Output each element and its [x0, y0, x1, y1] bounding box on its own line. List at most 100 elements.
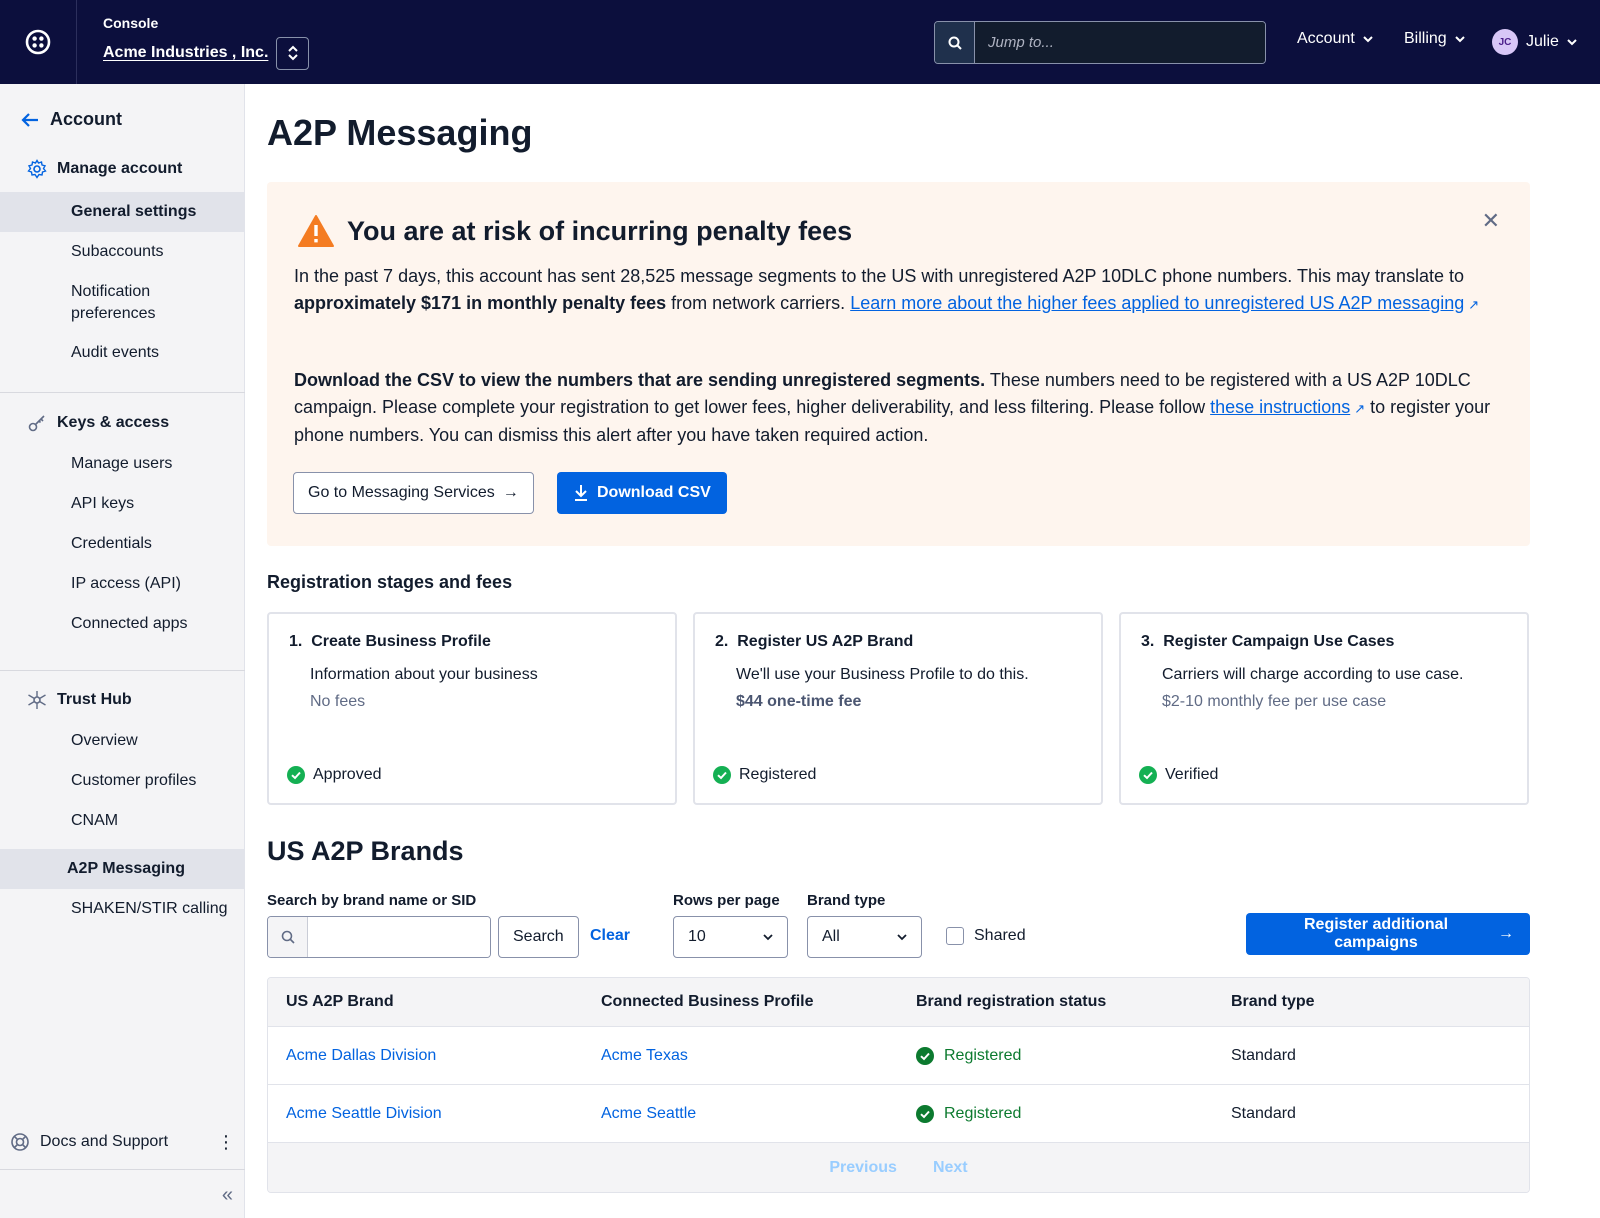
trust-hub-icon — [28, 691, 46, 709]
stage-status: Approved — [287, 766, 382, 784]
jump-to-input[interactable] — [975, 22, 1265, 63]
stage-title: 2. Register US A2P Brand — [715, 633, 914, 650]
external-link-icon: ↗ — [1468, 297, 1480, 312]
close-icon[interactable]: ✕ — [1482, 208, 1500, 234]
register-additional-campaigns-button[interactable]: Register additional campaigns → — [1246, 913, 1530, 955]
sidebar-item-subaccounts[interactable]: Subaccounts — [0, 241, 245, 263]
account-switcher-button[interactable] — [276, 36, 310, 70]
clear-link[interactable]: Clear — [590, 927, 630, 945]
search-button[interactable]: Search — [498, 916, 579, 958]
status-label: Registered — [944, 1104, 1022, 1122]
sidebar-section-manage-account[interactable]: Manage account — [27, 159, 182, 179]
check-circle-icon — [287, 766, 305, 784]
more-options-icon[interactable]: ⋮ — [217, 1133, 235, 1151]
stage-title: 3. Register Campaign Use Cases — [1141, 633, 1395, 650]
console-label: Console — [103, 14, 159, 31]
stage-title: 1. Create Business Profile — [289, 633, 491, 650]
brand-type-label: Brand type — [807, 892, 886, 909]
stage-card-business-profile: 1. Create Business Profile Information a… — [267, 612, 677, 805]
sidebar: Account Manage account General settings … — [0, 84, 245, 1218]
instructions-link[interactable]: these instructions — [1210, 397, 1350, 417]
sidebar-item-general-settings[interactable]: General settings — [0, 192, 245, 232]
download-icon — [575, 485, 587, 501]
sidebar-item-label: preferences — [71, 305, 156, 322]
docs-and-support[interactable]: Docs and Support ⋮ — [10, 1132, 235, 1152]
sidebar-item-connected-apps[interactable]: Connected apps — [0, 613, 245, 635]
chevron-down-icon — [1454, 36, 1465, 43]
billing-menu[interactable]: Billing — [1404, 30, 1465, 48]
arrow-right-icon: → — [502, 484, 519, 501]
status-label: Registered — [739, 766, 817, 783]
go-to-messaging-services-button[interactable]: Go to Messaging Services → — [293, 472, 534, 514]
download-csv-button[interactable]: Download CSV — [557, 472, 727, 514]
brands-heading: US A2P Brands — [267, 836, 464, 866]
registration-stages-heading: Registration stages and fees — [267, 572, 513, 592]
column-header: Brand registration status — [916, 993, 1107, 1010]
alert-title: You are at risk of incurring penalty fee… — [347, 215, 853, 246]
user-menu[interactable]: JC Julie — [1492, 29, 1577, 55]
brand-search-input[interactable] — [308, 917, 490, 957]
sidebar-item-shaken-stir[interactable]: SHAKEN/STIR calling — [0, 898, 245, 920]
sidebar-item-overview[interactable]: Overview — [0, 730, 245, 752]
stage-card-brand: 2. Register US A2P Brand We'll use your … — [693, 612, 1103, 805]
sidebar-item-credentials[interactable]: Credentials — [0, 533, 245, 555]
table-header: US A2P Brand Connected Business Profile … — [268, 978, 1529, 1027]
sidebar-item-cnam[interactable]: CNAM — [0, 810, 245, 832]
sidebar-section-label: Keys & access — [57, 414, 170, 431]
learn-more-link[interactable]: Learn more about the higher fees applied… — [850, 293, 1464, 313]
key-icon — [28, 415, 45, 432]
top-navigation-bar: Console Acme Industries , Inc. Account B… — [0, 0, 1600, 84]
brand-link[interactable]: Acme Seattle Division — [286, 1105, 442, 1123]
table-row: Acme Dallas Division Acme Texas Register… — [268, 1027, 1529, 1085]
brand-link[interactable]: Acme Dallas Division — [286, 1047, 436, 1065]
external-link-icon: ↗ — [1354, 401, 1366, 416]
sidebar-back-account[interactable]: Account — [20, 109, 122, 130]
brand-type-cell: Standard — [1231, 1046, 1296, 1064]
sidebar-section-trust-hub[interactable]: Trust Hub — [27, 690, 132, 710]
pagination: Previous Next — [268, 1143, 1529, 1192]
sidebar-item-a2p-messaging[interactable]: A2P Messaging — [0, 849, 245, 889]
chevron-down-icon — [1567, 39, 1577, 46]
page-title: A2P Messaging — [267, 112, 533, 153]
button-label: Register additional campaigns — [1303, 916, 1449, 951]
stage-fee: $2-10 monthly fee per use case — [1162, 693, 1387, 710]
stage-status: Verified — [1139, 766, 1218, 784]
sidebar-item-customer-profiles[interactable]: Customer profiles — [0, 770, 245, 792]
collapse-sidebar-icon[interactable]: « — [222, 1184, 233, 1207]
chevron-down-icon — [763, 934, 773, 941]
logo[interactable] — [0, 0, 77, 84]
shared-checkbox[interactable] — [946, 927, 964, 945]
sidebar-item-manage-users[interactable]: Manage users — [0, 453, 245, 475]
docs-label: Docs and Support — [40, 1133, 169, 1150]
profile-link[interactable]: Acme Texas — [601, 1047, 688, 1065]
rows-per-page-select[interactable]: 10 — [673, 916, 788, 958]
stage-card-campaign: 3. Register Campaign Use Cases Carriers … — [1119, 612, 1529, 805]
sidebar-item-notification-preferences[interactable]: Notification preferences — [0, 281, 245, 325]
stage-fee: $44 one-time fee — [736, 693, 862, 710]
account-menu[interactable]: Account — [1297, 30, 1373, 48]
search-icon — [268, 917, 308, 957]
status-label: Verified — [1165, 766, 1219, 783]
lifebuoy-icon — [11, 1133, 29, 1151]
user-name: Julie — [1526, 33, 1559, 50]
check-circle-icon — [1139, 766, 1157, 784]
button-label: Go to Messaging Services — [308, 484, 495, 501]
sidebar-item-label: Notification — [71, 283, 151, 300]
brand-type-select[interactable]: All — [807, 916, 922, 958]
sidebar-item-ip-access[interactable]: IP access (API) — [0, 573, 245, 595]
shared-checkbox-wrap[interactable]: Shared — [946, 927, 1026, 945]
next-page-button[interactable]: Next — [933, 1159, 968, 1177]
stage-description: Carriers will charge according to use ca… — [1162, 666, 1464, 683]
button-label: Download CSV — [597, 484, 711, 501]
sidebar-section-keys-access[interactable]: Keys & access — [27, 413, 169, 433]
check-circle-icon — [916, 1046, 934, 1065]
avatar: JC — [1492, 29, 1518, 55]
alert-paragraph-2: Download the CSV to view the numbers tha… — [294, 367, 1494, 449]
previous-page-button[interactable]: Previous — [829, 1159, 897, 1177]
jump-to-search[interactable] — [934, 21, 1266, 64]
sidebar-item-api-keys[interactable]: API keys — [0, 493, 245, 515]
profile-link[interactable]: Acme Seattle — [601, 1105, 696, 1123]
account-name-link[interactable]: Acme Industries , Inc. — [103, 44, 268, 62]
sidebar-item-audit-events[interactable]: Audit events — [0, 342, 245, 364]
brand-search-field[interactable] — [267, 916, 491, 958]
